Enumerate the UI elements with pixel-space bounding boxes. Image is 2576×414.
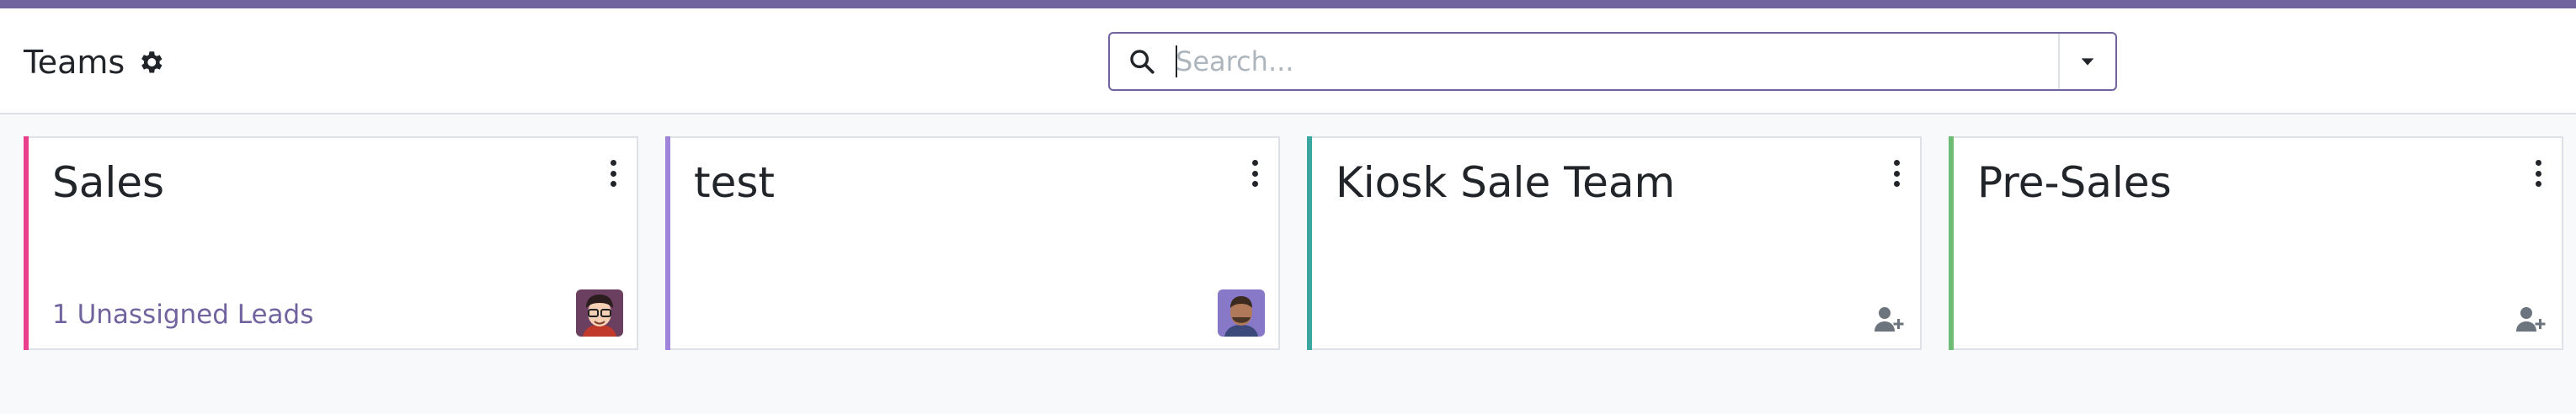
avatar[interactable]: [1218, 289, 1265, 337]
card-menu-button[interactable]: [603, 157, 623, 190]
add-user-icon[interactable]: [1873, 305, 1907, 333]
card-title[interactable]: test: [694, 158, 775, 207]
team-card-pre-sales[interactable]: Pre-Sales: [1949, 136, 2563, 350]
caret-down-icon: [2081, 58, 2094, 66]
top-accent-bar: [0, 0, 2576, 8]
add-user-icon[interactable]: [2515, 305, 2548, 333]
card-menu-button[interactable]: [2528, 157, 2548, 190]
search-input[interactable]: [1174, 34, 2058, 89]
team-card-kiosk-sale-team[interactable]: Kiosk Sale Team: [1307, 136, 1922, 350]
text-cursor: [1176, 45, 1177, 77]
unassigned-leads-link[interactable]: 1 Unassigned Leads: [52, 300, 313, 330]
card-title[interactable]: Sales: [52, 158, 164, 207]
control-panel: Teams: [0, 8, 2576, 114]
page-title: Teams: [24, 44, 125, 81]
gear-icon[interactable]: [136, 48, 165, 77]
search-icon[interactable]: [1110, 34, 1174, 89]
card-color-bar: [1949, 136, 1954, 350]
search-box: [1108, 32, 2117, 91]
card-menu-button[interactable]: [1886, 157, 1907, 190]
card-title[interactable]: Kiosk Sale Team: [1336, 158, 1675, 207]
avatar[interactable]: [576, 289, 623, 337]
search-options-toggle[interactable]: [2058, 34, 2115, 89]
card-color-bar: [665, 136, 670, 350]
team-card-test[interactable]: test: [665, 136, 1280, 350]
card-menu-button[interactable]: [1245, 157, 1265, 190]
team-card-sales[interactable]: Sales 1 Unassigned Leads: [24, 136, 638, 350]
breadcrumb: Teams: [24, 37, 165, 88]
card-color-bar: [1307, 136, 1312, 350]
card-title[interactable]: Pre-Sales: [1977, 158, 2172, 207]
card-color-bar: [24, 136, 29, 350]
